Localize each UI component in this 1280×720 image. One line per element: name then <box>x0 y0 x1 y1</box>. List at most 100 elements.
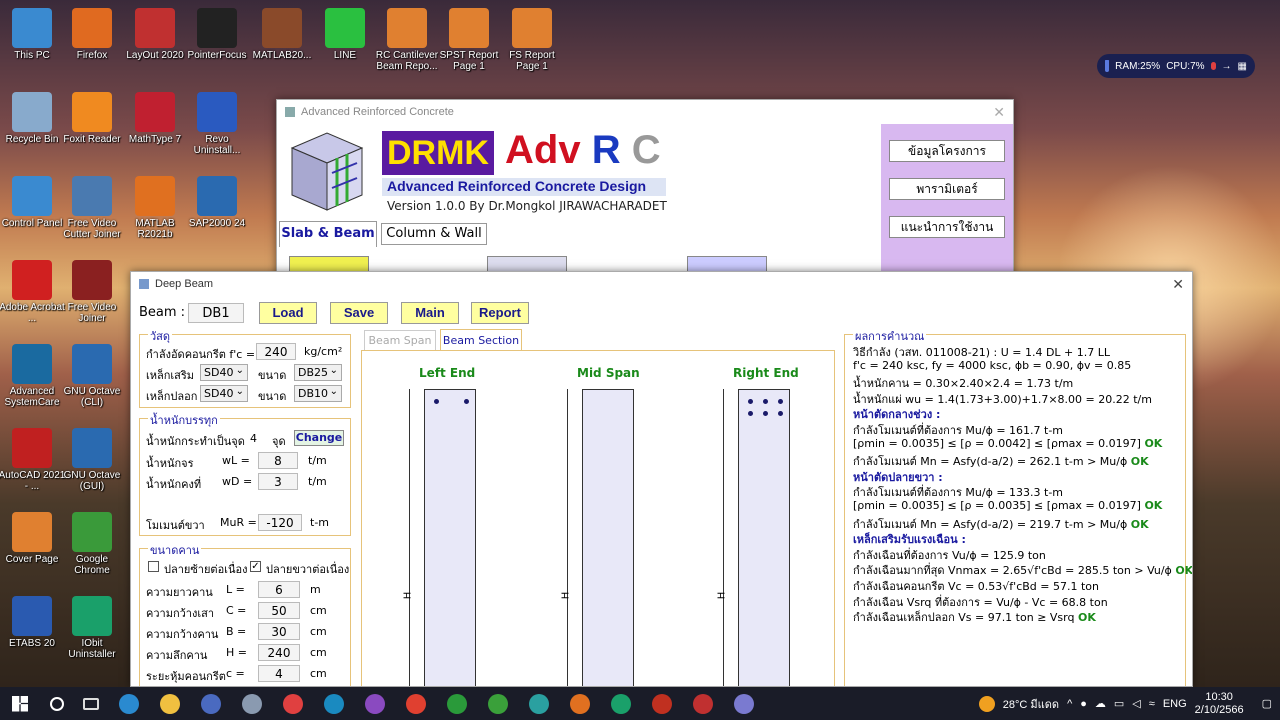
volume-icon[interactable]: ◁ <box>1132 697 1140 710</box>
start-button[interactable] <box>0 687 40 720</box>
app-icon <box>12 92 52 132</box>
height-dimension-line <box>409 389 410 686</box>
result-text: น้ำหนักแผ่ wu = 1.4(1.73+3.00)+1.7×8.00 … <box>853 392 1152 406</box>
taskbar-app[interactable] <box>272 687 313 720</box>
desktop-icon-label: PointerFocus <box>187 50 247 61</box>
point-load-count: 4 <box>250 432 257 445</box>
report-button[interactable]: Report <box>471 302 529 324</box>
main-size-select[interactable]: DB25 <box>294 363 342 381</box>
toggle-icon <box>1210 62 1216 70</box>
search-button[interactable] <box>40 687 74 720</box>
taskbar-app[interactable] <box>682 687 723 720</box>
change-button[interactable]: Change <box>294 430 344 446</box>
main-button[interactable]: Main <box>401 302 459 324</box>
right-continuous-checkbox[interactable]: ✓ <box>250 561 261 572</box>
desktop-icon[interactable]: MATLAB20... <box>247 8 317 61</box>
desktop-icon[interactable]: Revo Uninstall... <box>182 92 252 156</box>
user-guide-button[interactable]: แนะนำการใช้งาน <box>889 216 1005 238</box>
load-button[interactable]: Load <box>259 302 317 324</box>
tab-slab-beam[interactable]: Slab & Beam <box>279 221 377 247</box>
beam-id-field[interactable]: DB1 <box>188 303 244 323</box>
desktop-icon[interactable]: LINE <box>310 8 380 61</box>
taskbar-app[interactable] <box>354 687 395 720</box>
taskbar-app[interactable] <box>641 687 682 720</box>
taskbar-app[interactable] <box>436 687 477 720</box>
dim-input[interactable]: 6 <box>258 581 300 598</box>
tab-column-wall[interactable]: Column & Wall <box>381 223 487 245</box>
wifi-icon[interactable]: ≈ <box>1149 698 1155 710</box>
dead-load-input[interactable]: 3 <box>258 473 298 490</box>
desktop-icon[interactable]: Free Video Cutter Joiner <box>57 176 127 240</box>
right-moment-input[interactable]: -120 <box>258 514 302 531</box>
loads-title: น้ำหนักบรรทุก <box>148 411 220 429</box>
network-icon[interactable]: ▭ <box>1114 697 1124 710</box>
desktop-icon[interactable]: RC Cantilever Beam Repo... <box>372 8 442 72</box>
desktop-icon-label: GNU Octave (GUI) <box>63 470 121 492</box>
dim-input[interactable]: 240 <box>258 644 300 661</box>
taskbar-app[interactable] <box>395 687 436 720</box>
taskbar-app[interactable] <box>723 687 764 720</box>
dim-input[interactable]: 4 <box>258 665 300 682</box>
stirrup-steel-select[interactable]: SD40 <box>200 384 248 402</box>
project-info-button[interactable]: ข้อมูลโครงการ <box>889 140 1005 162</box>
weather-text[interactable]: 28°C มีแดด <box>1003 695 1059 713</box>
notification-icon[interactable]: ▢ <box>1262 697 1272 710</box>
dim-input[interactable]: 50 <box>258 602 300 619</box>
microphone-icon[interactable]: ● <box>1080 698 1087 710</box>
left-continuous-checkbox[interactable] <box>148 561 159 572</box>
live-load-input[interactable]: 8 <box>258 452 298 469</box>
desktop-icon-label: IObit Uninstaller <box>68 638 116 660</box>
close-icon[interactable]: ✕ <box>1172 276 1184 293</box>
taskbar-app[interactable] <box>190 687 231 720</box>
desktop-icon[interactable]: Foxit Reader <box>57 92 127 145</box>
parameters-button[interactable]: พารามิเตอร์ <box>889 178 1005 200</box>
app-icon <box>135 92 175 132</box>
desktop-icon[interactable]: PointerFocus <box>182 8 252 61</box>
taskbar-app[interactable] <box>559 687 600 720</box>
close-icon[interactable]: ✕ <box>993 104 1005 121</box>
onedrive-icon[interactable]: ☁ <box>1095 697 1106 710</box>
clock[interactable]: 10:30 2/10/2566 <box>1195 691 1244 717</box>
desktop-icon[interactable]: MATLAB R2021b <box>120 176 190 240</box>
desktop-icon[interactable]: GNU Octave (CLI) <box>57 344 127 408</box>
section-tab-beam-span[interactable]: Beam Span <box>364 330 436 350</box>
section-tab-beam-section[interactable]: Beam Section <box>440 329 522 351</box>
desktop-icon[interactable]: SPST Report Page 1 <box>434 8 504 72</box>
dim-symbol: H = <box>226 646 247 659</box>
desktop-icon[interactable]: Firefox <box>57 8 127 61</box>
language-indicator[interactable]: ENG <box>1163 698 1187 710</box>
result-text: หน้าตัดกลางช่วง : <box>853 408 941 422</box>
taskbar-app[interactable] <box>313 687 354 720</box>
chevron-up-icon[interactable]: ^ <box>1067 698 1072 710</box>
desktop-icon[interactable]: SAP2000 24 <box>182 176 252 229</box>
performance-widget[interactable]: RAM:25% CPU:7% → ▦ <box>1097 54 1255 78</box>
taskbar-app[interactable] <box>518 687 559 720</box>
app-icon <box>72 8 112 48</box>
fc-input[interactable]: 240 <box>256 343 296 360</box>
taskbar-app[interactable] <box>477 687 518 720</box>
desktop-icon[interactable]: FS Report Page 1 <box>497 8 567 72</box>
task-view-button[interactable] <box>74 687 108 720</box>
material-title: วัสดุ <box>148 327 173 345</box>
taskbar-app[interactable] <box>231 687 272 720</box>
desktop-icon[interactable]: MathType 7 <box>120 92 190 145</box>
dim-input[interactable]: 30 <box>258 623 300 640</box>
taskbar-app[interactable] <box>108 687 149 720</box>
desktop-icon-label: SAP2000 24 <box>188 218 246 229</box>
desktop-icon[interactable]: Google Chrome <box>57 512 127 576</box>
loads-group: น้ำหนักบรรทุก น้ำหนักกระทำเป็นจุด 4 จุด … <box>139 411 351 536</box>
stirrup-size-select[interactable]: DB10 <box>294 384 342 402</box>
desktop-icon[interactable]: LayOut 2020 <box>120 8 190 61</box>
taskbar-app[interactable] <box>149 687 190 720</box>
desktop-icon[interactable]: IObit Uninstaller <box>57 596 127 660</box>
taskbar: 28°C มีแดด ^ ● ☁ ▭ ◁ ≈ ENG 10:30 2/10/25… <box>0 687 1280 720</box>
desktop-icon[interactable]: Free Video Joiner <box>57 260 127 324</box>
taskbar-app[interactable] <box>600 687 641 720</box>
desktop-icon[interactable]: GNU Octave (GUI) <box>57 428 127 492</box>
main-steel-select[interactable]: SD40 <box>200 363 248 381</box>
app-icon <box>487 693 508 714</box>
results-group: ผลการคำนวณ วิธีกำลัง (วสท. 011008-21) : … <box>844 327 1192 686</box>
deep-beam-titlebar: Deep Beam ✕ <box>131 272 1192 296</box>
save-button[interactable]: Save <box>330 302 388 324</box>
dimensions-title: ขนาดคาน <box>148 541 202 559</box>
